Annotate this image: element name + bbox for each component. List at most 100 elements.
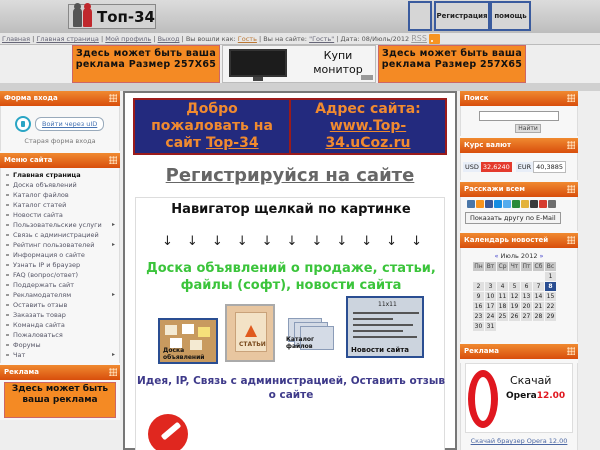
calendar-prev-icon[interactable]: «: [494, 252, 498, 260]
calendar-day[interactable]: 4: [497, 282, 508, 291]
calendar-day[interactable]: 10: [485, 292, 496, 301]
calendar-day[interactable]: 3: [485, 282, 496, 291]
menu-item-order[interactable]: Заказать товар: [1, 310, 119, 320]
ad-banner-monitor[interactable]: Купи монитор: [222, 45, 376, 83]
calendar-day[interactable]: 28: [533, 312, 544, 321]
old-login-form-link[interactable]: Старая форма входа: [1, 134, 119, 151]
calendar-day[interactable]: 14: [533, 292, 544, 301]
calendar-day[interactable]: 25: [497, 312, 508, 321]
calendar-day[interactable]: 30: [473, 322, 484, 331]
google-icon[interactable]: [539, 200, 547, 208]
rss-icon[interactable]: [428, 34, 440, 44]
contact-purple-text[interactable]: Идея, IP, Связь с администрацией, Остави…: [136, 374, 446, 402]
arrow-down-icon: ↓: [186, 234, 198, 249]
nav-logout-link[interactable]: Выход: [158, 35, 180, 43]
site-menu-title: Меню сайта: [4, 156, 53, 164]
menu-item-ip[interactable]: Узнать IP и браузер: [1, 260, 119, 270]
menu-item-news[interactable]: Новости сайта: [1, 210, 119, 220]
calendar-day[interactable]: 13: [521, 292, 532, 301]
nav-home-link[interactable]: Главная страница: [36, 35, 99, 43]
menu-item-files[interactable]: Каталог файлов: [1, 190, 119, 200]
twitter-icon[interactable]: [503, 200, 511, 208]
facebook-icon[interactable]: [485, 200, 493, 208]
calendar-day[interactable]: 26: [509, 312, 520, 321]
rss-link[interactable]: RSS: [411, 34, 427, 43]
ok-icon[interactable]: [476, 200, 484, 208]
calendar-day[interactable]: 2: [473, 282, 484, 291]
calendar-day[interactable]: 18: [497, 302, 508, 311]
calendar-day[interactable]: 22: [545, 302, 556, 311]
menu-item-articles[interactable]: Каталог статей: [1, 200, 119, 210]
opera-banner[interactable]: Скачай Opera12.00: [465, 363, 573, 433]
calendar-day[interactable]: 6: [521, 282, 532, 291]
email-friend-button[interactable]: Показать другу по E-Mail: [465, 212, 561, 224]
calendar-day[interactable]: 9: [473, 292, 484, 301]
uid-login-button[interactable]: Войти через uID: [35, 117, 105, 131]
calendar-day[interactable]: 23: [473, 312, 484, 321]
menu-item-services[interactable]: Пользовательские услуги ▸: [1, 220, 119, 230]
search-button[interactable]: Найти: [515, 124, 541, 133]
help-button[interactable]: помощь: [490, 1, 531, 31]
guest-link[interactable]: Гость: [238, 35, 257, 43]
calendar-day[interactable]: 8: [545, 282, 556, 291]
board-thumbnail[interactable]: Доска объявлений: [158, 318, 218, 364]
files-thumbnail[interactable]: Каталог файлов: [282, 314, 340, 360]
calendar-day[interactable]: 11: [497, 292, 508, 301]
search-input[interactable]: [479, 111, 559, 121]
calendar-day[interactable]: 7: [533, 282, 544, 291]
site-logo[interactable]: Топ-34: [68, 2, 156, 29]
menu-item-forums[interactable]: Форумы: [1, 340, 119, 350]
separator: |: [259, 35, 262, 43]
news-thumbnail[interactable]: 11x11 Новости сайта: [346, 296, 424, 358]
calendar-day[interactable]: 5: [509, 282, 520, 291]
menu-item-rating[interactable]: Рейтинг пользователей ▸: [1, 240, 119, 250]
ad-banner-right[interactable]: Здесь может быть ваша реклама Размер 257…: [378, 45, 526, 83]
calendar-next-icon[interactable]: »: [540, 252, 544, 260]
calendar-day[interactable]: 24: [485, 312, 496, 321]
menu-item-faq[interactable]: FAQ (вопрос/ответ): [1, 270, 119, 280]
calendar-day[interactable]: 15: [545, 292, 556, 301]
calendar-day[interactable]: 1: [545, 272, 556, 281]
bookmark-icon[interactable]: [521, 200, 529, 208]
calendar-day[interactable]: 27: [521, 312, 532, 321]
menu-item-team[interactable]: Команда сайта: [1, 320, 119, 330]
calendar-month[interactable]: Июль 2012: [501, 252, 538, 260]
calendar-day[interactable]: 21: [533, 302, 544, 311]
more-icon[interactable]: [548, 200, 556, 208]
register-button[interactable]: Регистрация: [434, 1, 490, 31]
calendar-day[interactable]: 17: [485, 302, 496, 311]
register-link[interactable]: Регистрируйся на сайте: [125, 165, 455, 186]
livejournal-icon[interactable]: [530, 200, 538, 208]
address-link[interactable]: www.Top-34.uCoz.ru: [326, 118, 411, 151]
articles-thumbnail[interactable]: СТАТЬИ: [225, 304, 275, 362]
mailru-icon[interactable]: [494, 200, 502, 208]
opera-download-link[interactable]: Скачай браузер Opera 12.00: [461, 437, 577, 445]
nav-profile-link[interactable]: Мой профиль: [105, 35, 151, 43]
menu-item-info[interactable]: Информация о сайте: [1, 250, 119, 260]
services-green-text[interactable]: Доска объявлений о продаже, статьи, файл…: [136, 260, 446, 294]
menu-item-home[interactable]: Главная страница: [1, 170, 119, 180]
menu-item-advertisers[interactable]: Рекламодателям ▸: [1, 290, 119, 300]
calendar-day[interactable]: 29: [545, 312, 556, 321]
calendar-day[interactable]: 20: [521, 302, 532, 311]
ad-panel-header: Реклама: [0, 365, 120, 380]
menu-item-complain[interactable]: Пожаловаться: [1, 330, 119, 340]
menu-item-board[interactable]: Доска объявлений: [1, 180, 119, 190]
ad-banner-sidebar[interactable]: Здесь может быть ваша реклама: [4, 382, 116, 418]
ad-banner-left[interactable]: Здесь может быть ваша реклама Размер 257…: [72, 45, 220, 83]
share-icon[interactable]: [512, 200, 520, 208]
calendar-day[interactable]: 19: [509, 302, 520, 311]
nav-main-link[interactable]: Главная: [2, 35, 30, 43]
menu-item-feedback[interactable]: Оставить отзыв: [1, 300, 119, 310]
menu-item-contact-admin[interactable]: Связь с администрацией: [1, 230, 119, 240]
uid-icon[interactable]: [15, 116, 31, 132]
group-value[interactable]: "Гость": [309, 35, 334, 43]
vk-icon[interactable]: [467, 200, 475, 208]
tools-icon[interactable]: [140, 414, 194, 450]
calendar-day[interactable]: 12: [509, 292, 520, 301]
site-name-link[interactable]: Top-34: [206, 135, 259, 151]
menu-item-chat[interactable]: Чат ▸: [1, 350, 119, 360]
calendar-day[interactable]: 16: [473, 302, 484, 311]
calendar-day[interactable]: 31: [485, 322, 496, 331]
menu-item-support[interactable]: Поддержать сайт: [1, 280, 119, 290]
